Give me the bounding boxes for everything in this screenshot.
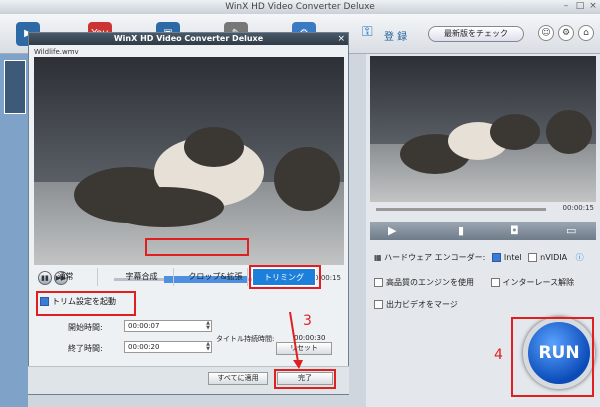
tab-crop[interactable]: クロップ&拡張 [184, 268, 248, 286]
home-icon[interactable]: ⌂ [578, 25, 594, 41]
dialog-video [34, 57, 344, 265]
apply-all-button[interactable]: すべてに適用 [208, 372, 268, 385]
options-icon[interactable]: ⚙ [558, 25, 574, 41]
close-icon[interactable]: × [587, 1, 599, 12]
step-4-label: 4 [494, 347, 503, 363]
intel-label: Intel [503, 253, 522, 262]
spin-arrows-icon[interactable]: ▲ ▼ [206, 321, 210, 331]
user-icon[interactable]: ☺ [538, 25, 554, 41]
hw-encoder-label: ハードウェア エンコーダー: [384, 253, 486, 262]
merge-label: 出力ビデオをマージ [386, 300, 458, 309]
high-quality-label: 高品質のエンジンを使用 [386, 278, 474, 287]
check-update-button[interactable]: 最新版をチェック [428, 26, 524, 42]
spin-arrows-icon[interactable]: ▲ ▼ [206, 342, 210, 352]
step-3-label: 3 [303, 313, 312, 329]
done-highlight-frame [274, 369, 336, 389]
file-list-panel [0, 54, 28, 407]
tab-normal[interactable]: 通常 [34, 268, 98, 286]
tab-subtitle[interactable]: 字幕合成 [110, 268, 174, 286]
nvidia-label: nVIDIA [540, 253, 568, 262]
intel-checkbox[interactable] [491, 253, 501, 262]
main-window-title: WinX HD Video Converter Deluxe [0, 0, 600, 14]
high-quality-checkbox[interactable] [374, 278, 383, 287]
video-thumbnail[interactable] [4, 60, 26, 114]
file-name: Wildlife.wmv [34, 48, 79, 56]
reset-button[interactable]: リセット [276, 342, 332, 355]
start-time-label: 開始時間: [68, 323, 103, 332]
merge-row: 出力ビデオをマージ [374, 299, 458, 310]
run-highlight-frame [511, 317, 594, 397]
end-time-label: 終了時間: [68, 344, 103, 353]
deinterlace-checkbox[interactable] [490, 278, 500, 287]
trim-range-highlight-frame [145, 238, 249, 256]
dialog-title: WinX HD Video Converter Deluxe [29, 33, 348, 45]
end-time-input[interactable]: 00:00:20 ▲ ▼ [124, 341, 212, 353]
trim-check-highlight-frame [36, 291, 136, 316]
deinterlace-label: インターレース解除 [502, 278, 575, 287]
key-icon[interactable]: ⚿ [362, 24, 373, 40]
dialog-close-icon[interactable]: × [337, 33, 345, 45]
merge-checkbox[interactable] [374, 300, 383, 309]
preview-video [370, 56, 596, 202]
preview-time: 00:00:15 [562, 204, 594, 212]
trim-tab-highlight-frame [249, 265, 321, 289]
gpu-icon: ▦ [374, 253, 382, 262]
play-icon[interactable]: ▶ [388, 224, 396, 237]
nvidia-checkbox[interactable] [528, 253, 538, 262]
start-time-input[interactable]: 00:00:07 ▲ ▼ [124, 320, 212, 332]
pause-icon[interactable]: ▮ [458, 224, 464, 237]
snapshot-icon[interactable]: ◘ [510, 224, 519, 237]
register-label[interactable]: 登 録 [384, 28, 407, 43]
preview-seek-bar[interactable]: 00:00:15 [370, 204, 596, 214]
folder-icon[interactable]: ▭ [566, 224, 576, 237]
maximize-icon[interactable]: □ [574, 1, 586, 12]
title-duration-label: タイトル持続時間: [216, 335, 275, 343]
minimize-icon[interactable]: – [560, 1, 572, 12]
hardware-encoder-row: ▦ ハードウェア エンコーダー: Intel nVIDIA ⓘ [374, 252, 584, 263]
info-icon[interactable]: ⓘ [576, 253, 584, 262]
high-quality-row: 高品質のエンジンを使用 インターレース解除 [374, 277, 574, 288]
title-duration-value: 00:00:30 [294, 334, 326, 342]
preview-controls: ▶ ▮ ◘ ▭ [370, 222, 596, 240]
